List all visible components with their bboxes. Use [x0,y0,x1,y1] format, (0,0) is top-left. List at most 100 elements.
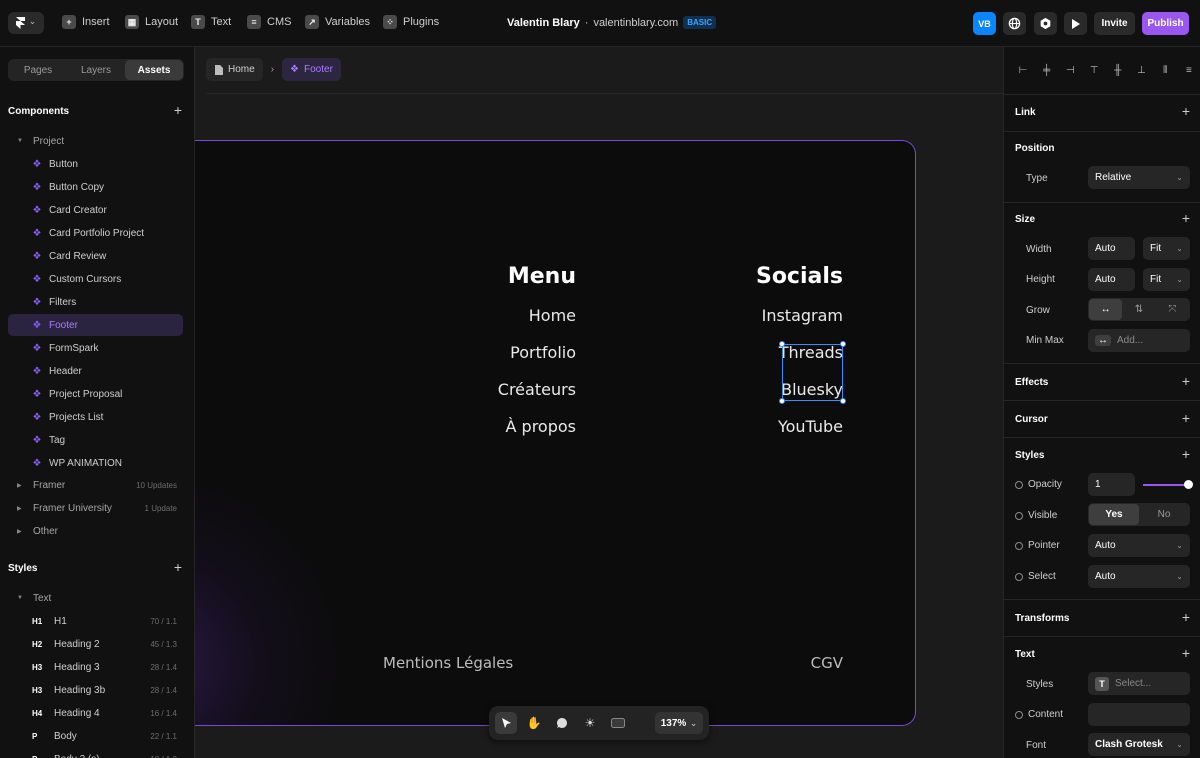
variable-dot-icon[interactable] [1015,511,1023,520]
add-effect-button[interactable]: + [1182,373,1190,389]
folder-other[interactable]: ▶ Other [8,520,183,542]
grow-horizontal-option[interactable]: ↔ [1089,299,1123,320]
distribute-h-icon[interactable]: ⦀ [1158,63,1172,77]
visible-no-option[interactable]: No [1139,504,1189,525]
align-right-icon[interactable]: ⊣ [1063,63,1077,77]
opacity-slider-handle[interactable] [1184,480,1193,489]
select-behavior-select[interactable]: Auto ⌄ [1088,565,1190,588]
resize-handle[interactable] [779,341,785,347]
avatar[interactable]: VB [973,12,996,35]
canvas[interactable]: Home › ❖ Footer Menu Home Portfolio Créa… [195,47,1003,758]
width-mode-select[interactable]: Fit ⌄ [1143,237,1190,260]
text-style-item[interactable]: H2 Heading 2 45 / 1.3 [8,633,183,655]
text-style-item[interactable]: P Body 22 / 1.1 [8,725,183,747]
cms-button[interactable]: ≡ CMS [247,15,291,29]
footer-frame[interactable]: Menu Home Portfolio Créateurs À propos S… [195,140,916,726]
menu-link-createurs[interactable]: Créateurs [498,380,576,399]
align-top-icon[interactable]: ⊤ [1087,63,1101,77]
text-button[interactable]: T Text [191,15,231,29]
component-item[interactable]: ❖ Header [8,360,183,382]
component-item[interactable]: ❖ Project Proposal [8,383,183,405]
tab-assets[interactable]: Assets [125,60,183,80]
tab-pages[interactable]: Pages [9,60,67,80]
preview-mode-button[interactable] [607,712,629,734]
select-tool[interactable] [495,712,517,734]
align-center-v-icon[interactable]: ╫ [1111,63,1125,77]
component-item[interactable]: ❖ WP ANIMATION [8,452,183,474]
folder-text[interactable]: ▼ Text [8,587,183,609]
opacity-input[interactable]: 1 [1088,473,1135,496]
selection-box[interactable] [782,344,843,401]
comment-tool[interactable] [551,712,573,734]
plugins-button[interactable]: ⁘ Plugins [383,15,439,29]
variable-dot-icon[interactable] [1015,541,1023,550]
theme-toggle[interactable]: ☀ [579,712,601,734]
pointer-select[interactable]: Auto ⌄ [1088,534,1190,557]
add-link-button[interactable]: + [1182,103,1190,119]
opacity-slider-track[interactable] [1143,484,1189,486]
text-style-item[interactable]: H1 H1 70 / 1.1 [8,610,183,632]
hand-tool[interactable]: ✋ [523,712,545,734]
variable-dot-icon[interactable] [1015,480,1023,489]
preview-button[interactable] [1064,12,1087,35]
add-transform-button[interactable]: + [1182,609,1190,625]
component-item[interactable]: ❖ Tag [8,429,183,451]
folder-framer-university[interactable]: ▶ Framer University 1 Update [8,497,183,519]
component-item[interactable]: ❖ Footer [8,314,183,336]
framer-menu-button[interactable]: ⌄ [8,12,44,34]
position-type-select[interactable]: Relative ⌄ [1088,166,1190,189]
font-select[interactable]: Clash Grotesk ⌄ [1088,733,1190,756]
zoom-control[interactable]: 137% ⌄ [654,712,703,734]
width-input[interactable]: Auto [1088,237,1135,260]
align-center-h-icon[interactable]: ╪ [1040,63,1054,77]
height-input[interactable]: Auto [1088,268,1135,291]
content-input[interactable] [1088,703,1190,726]
component-item[interactable]: ❖ Projects List [8,406,183,428]
min-max-input[interactable]: ↔ Add... [1088,329,1190,352]
grow-vertical-option[interactable]: ⇅ [1122,299,1155,320]
variables-button[interactable]: ↗ Variables [305,15,370,29]
menu-link-home[interactable]: Home [529,306,576,325]
align-bottom-icon[interactable]: ⊥ [1135,63,1149,77]
component-item[interactable]: ❖ Card Review [8,245,183,267]
add-text-property-button[interactable]: + [1182,645,1190,661]
text-style-select[interactable]: T Select... [1088,672,1190,695]
invite-button[interactable]: Invite [1094,12,1135,35]
component-item[interactable]: ❖ FormSpark [8,337,183,359]
terms-link[interactable]: CGV [811,654,843,672]
component-item[interactable]: ❖ Filters [8,291,183,313]
align-left-icon[interactable]: ⊢ [1016,63,1030,77]
social-link-instagram[interactable]: Instagram [762,306,843,325]
globe-button[interactable] [1003,12,1026,35]
insert-button[interactable]: + Insert [62,15,110,29]
component-item[interactable]: ❖ Button Copy [8,176,183,198]
publish-button[interactable]: Publish [1142,12,1189,35]
project-title[interactable]: Valentin Blary · valentinblary.com BASIC [507,16,717,29]
visible-yes-option[interactable]: Yes [1089,504,1139,525]
resize-handle[interactable] [840,341,846,347]
distribute-v-icon[interactable]: ≡ [1182,63,1196,77]
resize-handle[interactable] [840,398,846,404]
legal-link[interactable]: Mentions Légales [383,654,513,672]
text-style-item[interactable]: H4 Heading 4 16 / 1.4 [8,702,183,724]
menu-link-a-propos[interactable]: À propos [506,417,576,436]
settings-button[interactable] [1034,12,1057,35]
variable-dot-icon[interactable] [1015,710,1023,719]
menu-link-portfolio[interactable]: Portfolio [510,343,576,362]
grow-both-option[interactable]: ⤧ [1156,299,1189,320]
layout-button[interactable]: ▦ Layout [125,15,178,29]
component-item[interactable]: ❖ Card Portfolio Project [8,222,183,244]
component-item[interactable]: ❖ Button [8,153,183,175]
component-item[interactable]: ❖ Custom Cursors [8,268,183,290]
folder-framer[interactable]: ▶ Framer 10 Updates [8,474,183,496]
add-size-button[interactable]: + [1182,210,1190,226]
height-mode-select[interactable]: Fit ⌄ [1143,268,1190,291]
breadcrumb-home[interactable]: Home [206,58,263,81]
breadcrumb-footer[interactable]: ❖ Footer [282,58,341,81]
add-cursor-button[interactable]: + [1182,410,1190,426]
add-style-property-button[interactable]: + [1182,446,1190,462]
text-style-item[interactable]: PBody 2 (s) 18 / 1.2 [8,748,183,758]
variable-dot-icon[interactable] [1015,572,1023,581]
resize-handle[interactable] [779,398,785,404]
text-style-item[interactable]: H3 Heading 3b 28 / 1.4 [8,679,183,701]
